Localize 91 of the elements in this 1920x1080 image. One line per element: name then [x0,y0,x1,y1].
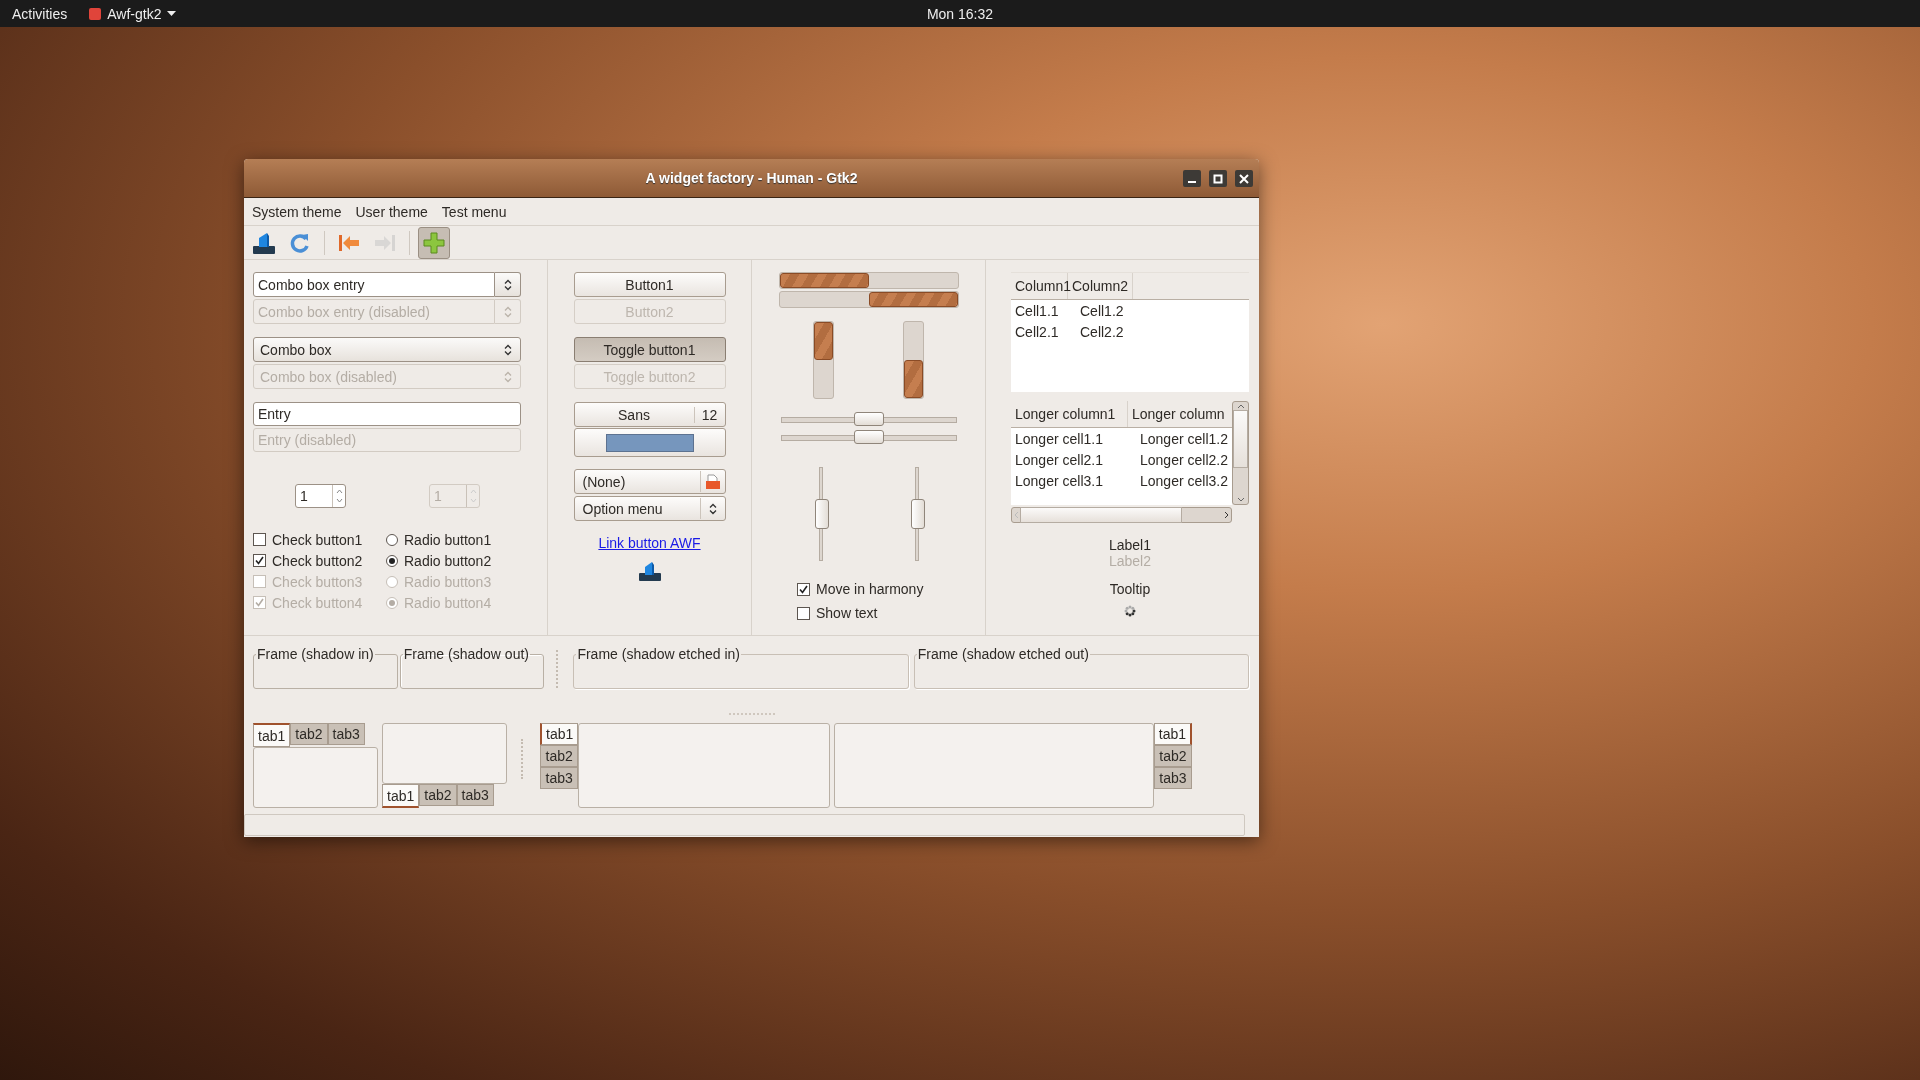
maximize-icon [1213,173,1223,184]
clock[interactable]: Mon 16:32 [926,5,994,22]
frame-label: Frame (shadow out) [402,647,530,661]
checkbox-label[interactable]: Check button2 [272,552,363,569]
spinner-icon [1124,605,1136,617]
table-cell-text: Cell1.2 [1079,302,1125,319]
dropdown-button[interactable] [495,272,521,297]
checkbox-label[interactable]: Move in harmony [816,581,924,597]
tab[interactable]: tab3 [1153,767,1192,789]
column-header[interactable]: Longer column1 [1011,401,1128,427]
frame-label: Frame (shadow etched in) [576,647,742,661]
tab[interactable]: tab2 [419,784,457,806]
color-button[interactable] [573,428,726,457]
spin-button[interactable]: 1 [295,484,346,508]
table-cell-text: Longer cell3.2 [1139,472,1229,489]
updown-arrow-icon [504,370,512,383]
tab[interactable]: tab1 [540,723,579,745]
vertical-scrollbar[interactable] [1232,401,1249,505]
font-button[interactable]: Sans 12 [573,402,726,427]
frame-label: Frame (shadow etched out) [916,647,1090,661]
tab[interactable]: tab3 [327,723,365,745]
tab[interactable]: tab1 [1153,723,1192,745]
button[interactable]: Button1 [573,272,726,297]
radio-button[interactable] [386,554,398,567]
menu-item[interactable]: Test menu [441,201,507,222]
table-cell-text: Cell1.1 [1014,302,1060,319]
combo-box[interactable]: Combo box [253,337,521,362]
font-family: Sans [617,406,651,423]
plus-icon [423,231,445,254]
slider-thumb[interactable] [814,499,829,529]
frame-label: Frame (shadow in) [256,647,375,661]
close-button[interactable] [1235,170,1253,187]
updown-arrow-icon [335,487,343,505]
window-title: A widget factory - Human - Gtk2 [645,170,858,186]
tab[interactable]: tab3 [540,767,579,789]
column-header[interactable]: Longer column [1128,401,1229,427]
app-menu[interactable]: Awf-gtk2 [107,5,162,22]
activities-button[interactable]: Activities [12,5,68,22]
updown-arrow-icon [469,487,477,505]
close-icon [1239,173,1249,184]
label: Label1 [1108,537,1151,553]
tab[interactable]: tab2 [540,745,579,767]
tab[interactable]: tab3 [456,784,494,806]
menu-item[interactable]: System theme [252,201,342,222]
tab[interactable]: tab2 [1153,745,1192,767]
combo-entry-field[interactable]: Combo box entry [253,272,495,297]
file-chooser-button[interactable]: (None) [573,469,726,494]
checkbox[interactable] [797,582,810,596]
radio-button[interactable] [386,533,398,546]
table-cell-text: Longer cell2.2 [1139,451,1229,468]
updown-arrow-icon [708,502,717,515]
button[interactable]: Toggle button1 [573,337,726,362]
updown-arrow-icon [503,305,512,318]
slider-thumb[interactable] [853,430,884,444]
menu-item[interactable]: User theme [355,201,428,222]
checkbox[interactable] [797,606,810,620]
drive-icon [252,230,276,255]
tab[interactable]: tab1 [253,723,291,747]
radio-label[interactable]: Radio button2 [404,552,492,569]
table-cell-text: Longer cell1.1 [1014,430,1104,447]
table-cell-text: Longer cell3.1 [1014,472,1104,489]
table-cell-text: Cell2.1 [1014,323,1060,340]
updown-arrow-icon [504,343,512,356]
maximize-button[interactable] [1209,170,1227,187]
checkbox-label[interactable]: Check button1 [272,531,363,548]
updown-arrow-icon [503,278,512,291]
minimize-icon [1188,180,1196,183]
option-menu[interactable]: Option menu [573,496,726,521]
app-icon [89,7,102,20]
checkbox-label[interactable]: Show text [816,605,878,621]
table-cell-text: Longer cell1.2 [1139,430,1229,447]
slider-thumb[interactable] [853,412,884,426]
table-cell-text: Longer cell2.1 [1014,451,1104,468]
radio-label[interactable]: Radio button1 [404,531,492,548]
caret-icon [167,10,177,17]
refresh-icon [289,231,311,254]
drive-icon [638,561,661,581]
checkbox[interactable] [253,533,266,546]
link-button[interactable]: Link button AWF [598,535,701,551]
table-cell-text: Cell2.2 [1079,323,1125,340]
tooltip-label: Tooltip [1109,581,1151,597]
checkbox[interactable] [253,554,266,567]
tab[interactable]: tab1 [382,784,420,808]
tab[interactable]: tab2 [290,723,328,745]
horizontal-scrollbar[interactable] [1011,507,1232,523]
label: Label2 [1108,553,1151,569]
text-field[interactable]: Entry [253,402,521,426]
column-header[interactable]: Column2 [1068,273,1134,299]
minimize-button[interactable] [1183,170,1201,187]
font-size: 12 [693,406,725,423]
slider-thumb[interactable] [910,499,925,529]
